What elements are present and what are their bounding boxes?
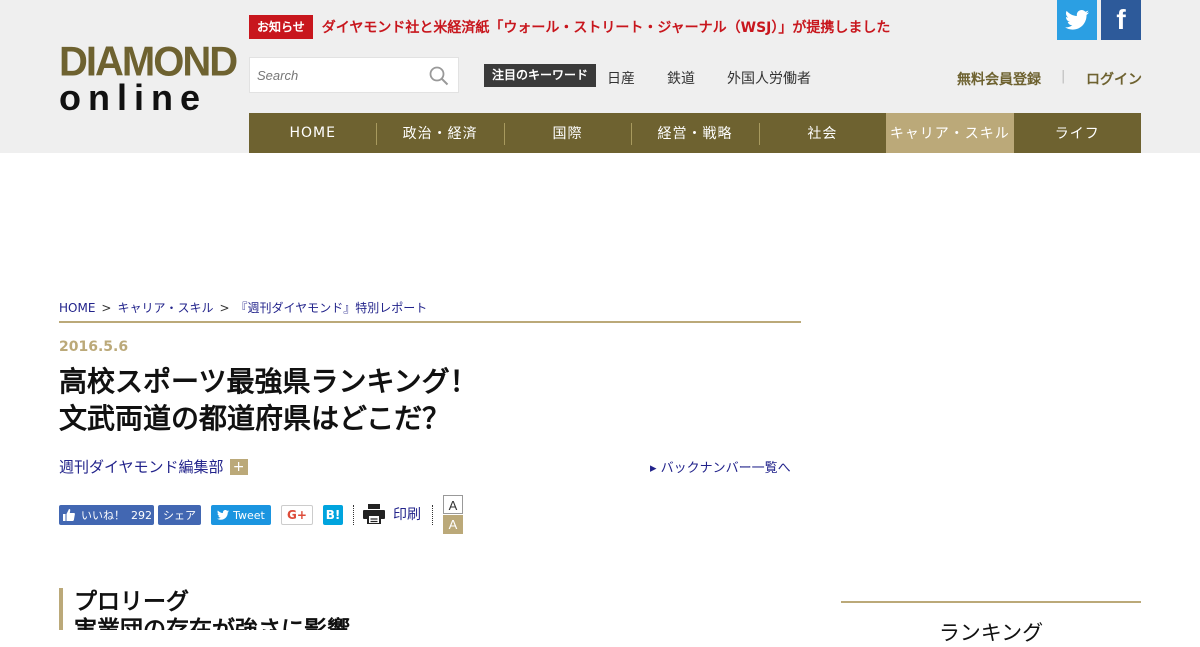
nav-item-home[interactable]: HOME (249, 113, 376, 153)
google-plus-button[interactable]: G+ (281, 505, 313, 525)
search-input[interactable] (250, 58, 420, 92)
twitter-icon (217, 510, 230, 520)
notice-link[interactable]: ダイヤモンド社と米経済紙「ウォール・ストリート・ジャーナル（WSJ）」が提携しま… (322, 17, 891, 37)
keyword-label: 注目のキーワード (484, 64, 597, 87)
article-title-line1: 高校スポーツ最強県ランキング！ (59, 365, 478, 398)
twitter-icon (1065, 10, 1089, 30)
print-label: 印刷 (393, 507, 421, 523)
twitter-button[interactable] (1057, 0, 1097, 40)
nav-item-management[interactable]: 経営・戦略 (631, 113, 758, 153)
breadcrumb: HOME > キャリア・スキル > 『週刊ダイヤモンド』特別レポート (59, 299, 427, 316)
author-link[interactable]: 週刊ダイヤモンド編集部 (59, 456, 224, 477)
logo-line1: DIAMOND (59, 38, 238, 86)
nav-item-life[interactable]: ライフ (1014, 113, 1141, 153)
font-size-large-button[interactable]: A (443, 515, 463, 534)
logo-line2: online (59, 77, 207, 118)
nav-item-politics-economy[interactable]: 政治・経済 (376, 113, 503, 153)
breadcrumb-divider (59, 321, 801, 323)
breadcrumb-link[interactable]: 『週刊ダイヤモンド』特別レポート (236, 301, 428, 315)
account-separator: | (1061, 69, 1066, 84)
section-heading-line2: 実業団の存在が強さに影響 (74, 617, 350, 630)
site-header: DIAMOND online お知らせ ダイヤモンド社と米経済紙「ウォール・スト… (0, 0, 1200, 153)
printer-icon (363, 504, 385, 524)
search-box (249, 57, 459, 93)
sidebar-divider (841, 601, 1141, 603)
like-label: いいね！ (81, 509, 125, 522)
ranking-heading: ランキング (938, 621, 1044, 645)
facebook-like-button[interactable]: いいね！ 292 (59, 505, 154, 525)
facebook-button[interactable]: f (1101, 0, 1141, 40)
search-icon[interactable] (429, 66, 449, 86)
keyword-link[interactable]: 日産 (607, 68, 635, 88)
notice-bar: お知らせ ダイヤモンド社と米経済紙「ウォール・ストリート・ジャーナル（WSJ）」… (249, 15, 890, 39)
notice-badge: お知らせ (249, 15, 313, 39)
print-button[interactable]: 印刷 (363, 504, 421, 524)
breadcrumb-separator: > (101, 301, 112, 315)
keyword-link[interactable]: 外国人労働者 (727, 68, 811, 88)
hatena-bookmark-button[interactable]: B! (323, 505, 343, 525)
nav-item-international[interactable]: 国際 (503, 113, 631, 153)
breadcrumb-separator: > (219, 301, 230, 315)
thumbs-up-icon (63, 509, 75, 521)
author-block: 週刊ダイヤモンド編集部 + (59, 456, 248, 477)
share-divider (353, 505, 354, 525)
print-divider (432, 505, 433, 525)
backnumber-link[interactable]: ▸ バックナンバー一覧へ (650, 457, 791, 476)
facebook-icon: f (1116, 4, 1126, 35)
section-heading-line1: プロリーグ (74, 589, 189, 615)
site-logo[interactable]: DIAMOND online (59, 38, 238, 118)
article-title-line2: 文武両道の都道府県はどこだ？ (59, 402, 451, 435)
nav-item-society[interactable]: 社会 (758, 113, 886, 153)
tweet-label: Tweet (233, 508, 265, 522)
author-more-icon[interactable]: + (229, 458, 248, 475)
nav-item-career[interactable]: キャリア・スキル (886, 113, 1014, 153)
facebook-share-button[interactable]: シェア (158, 505, 201, 525)
font-size-small-button[interactable]: A (443, 495, 463, 514)
register-link[interactable]: 無料会員登録 (957, 69, 1041, 89)
article-title: 高校スポーツ最強県ランキング！ 文武両道の都道府県はどこだ？ (59, 363, 478, 437)
section-heading: プロリーグ 実業団の存在が強さに影響 (59, 588, 350, 630)
breadcrumb-link[interactable]: HOME (59, 301, 95, 315)
tweet-button[interactable]: Tweet (211, 505, 271, 525)
article-date: 2016.5.6 (59, 339, 129, 355)
login-link[interactable]: ログイン (1086, 69, 1142, 89)
main-nav: HOME 政治・経済 国際 経営・戦略 社会 キャリア・スキル ライフ (249, 113, 1141, 153)
keyword-link[interactable]: 鉄道 (667, 68, 695, 88)
like-count: 292 (131, 508, 152, 522)
breadcrumb-link[interactable]: キャリア・スキル (117, 301, 213, 315)
